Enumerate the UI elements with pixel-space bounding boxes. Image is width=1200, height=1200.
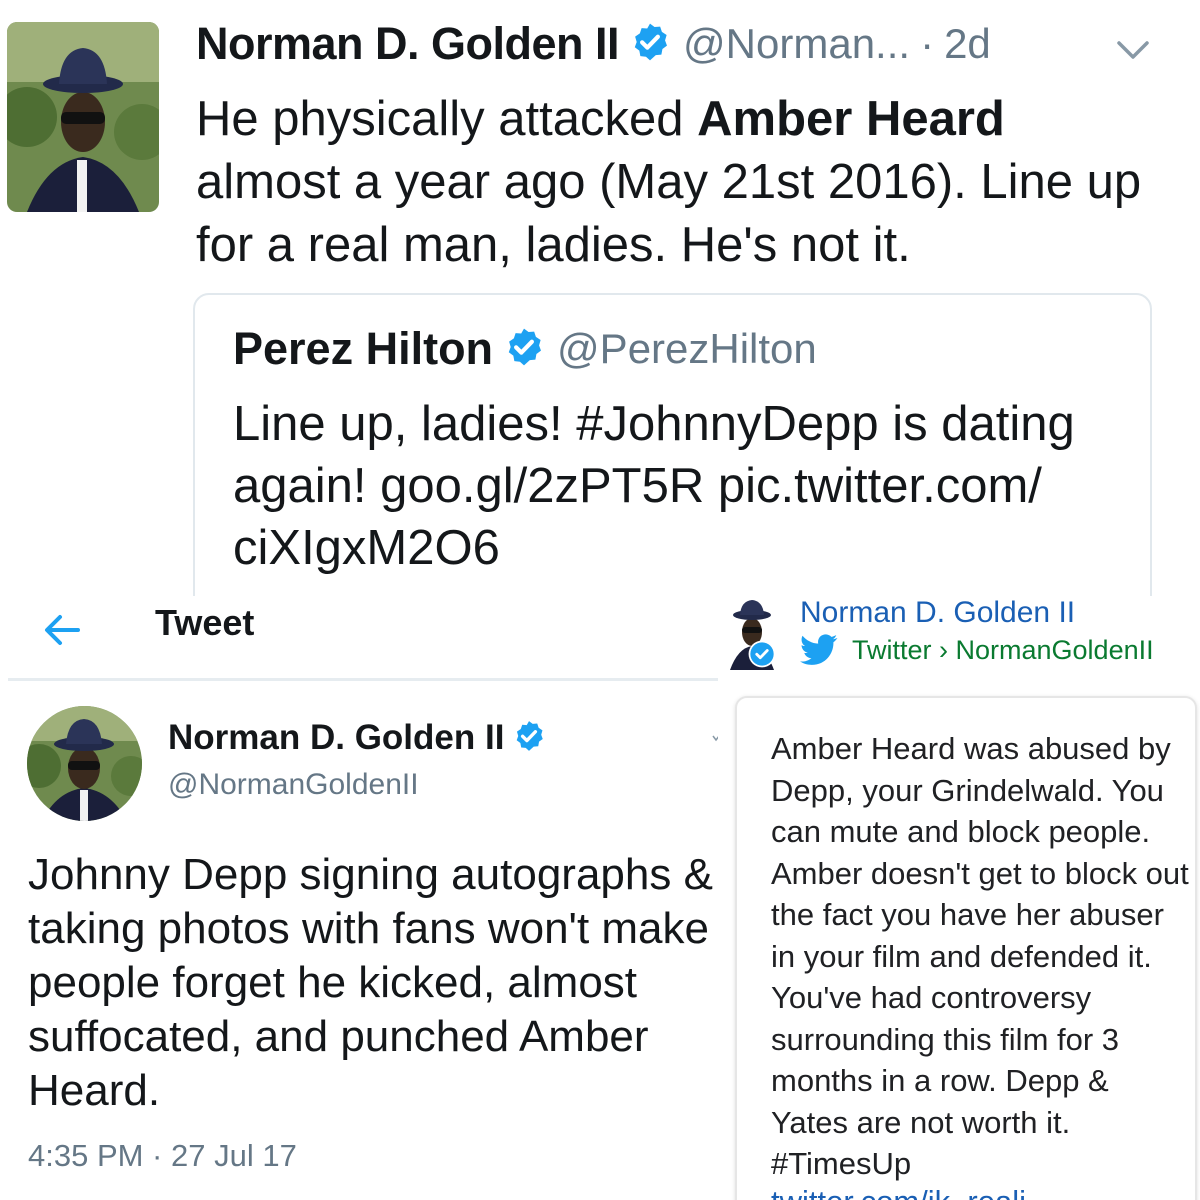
quote-text: Line up, ladies! #JohnnyDepp is dating a… [233, 397, 1075, 575]
tweet-text-part: almost a year ago (May 21st 2016). Line … [196, 155, 1142, 272]
search-result-panel: Norman D. Golden II Twitter › NormanGold… [718, 596, 1200, 1200]
quote-author-handle: @PerezHilton [557, 325, 817, 372]
author-name[interactable]: Norman D. Golden II [196, 18, 620, 70]
tweet-text-part: He physically attacked [196, 92, 698, 146]
verified-badge-icon [629, 21, 671, 68]
page-title: Tweet [155, 602, 255, 643]
author-name[interactable]: Norman D. Golden II [168, 718, 504, 758]
avatar[interactable] [27, 706, 142, 821]
quote-author-name: Perez Hilton [233, 323, 494, 374]
tweet-header: Norman D. Golden II @Norman... · 2d [196, 18, 991, 70]
tweet-text-bold: Amber Heard [697, 92, 1005, 146]
verified-badge-icon [503, 326, 545, 373]
separator: · [920, 20, 935, 67]
result-snippet-card[interactable]: Amber Heard was abused by Depp, your Gri… [735, 696, 1197, 1200]
author-handle[interactable]: @Norman... [683, 20, 910, 68]
result-title-link[interactable]: Norman D. Golden II [800, 596, 1075, 630]
result-snippet: Amber Heard was abused by Depp, your Gri… [771, 731, 1189, 1181]
quoted-tweet-card[interactable]: Perez Hilton @PerezHilton Line up, ladie… [193, 293, 1152, 596]
avatar[interactable] [7, 22, 159, 212]
tweet-text: He physically attacked Amber Heard almos… [196, 88, 1156, 277]
quote-header: Perez Hilton @PerezHilton [233, 323, 817, 375]
result-source[interactable]: Twitter › NormanGoldenII [800, 634, 1154, 666]
tweet-time[interactable]: 2d [944, 20, 991, 68]
cut-off-link[interactable]: twitter.com/ik_reali... [771, 1184, 1052, 1200]
result-source-text: Twitter › NormanGoldenII [852, 634, 1154, 665]
verified-badge-icon [512, 719, 546, 758]
author-handle[interactable]: @NormanGoldenII [168, 768, 419, 802]
back-arrow-icon[interactable] [40, 608, 84, 652]
chevron-down-icon[interactable] [1115, 38, 1151, 62]
twitter-bird-icon [800, 634, 838, 666]
quoted-tweet-panel: Norman D. Golden II @Norman... · 2d He p… [0, 0, 1200, 596]
verified-badge-icon [748, 640, 776, 668]
tweet-detail-panel: Tweet Norman D. Golden II @NormanGoldenI… [0, 596, 718, 1200]
divider [8, 678, 718, 681]
tweet-text: Johnny Depp signing autographs & taking … [28, 850, 713, 1115]
tweet-header: Norman D. Golden II [168, 718, 546, 758]
tweet-timestamp[interactable]: 4:35 PM · 27 Jul 17 [28, 1138, 297, 1174]
